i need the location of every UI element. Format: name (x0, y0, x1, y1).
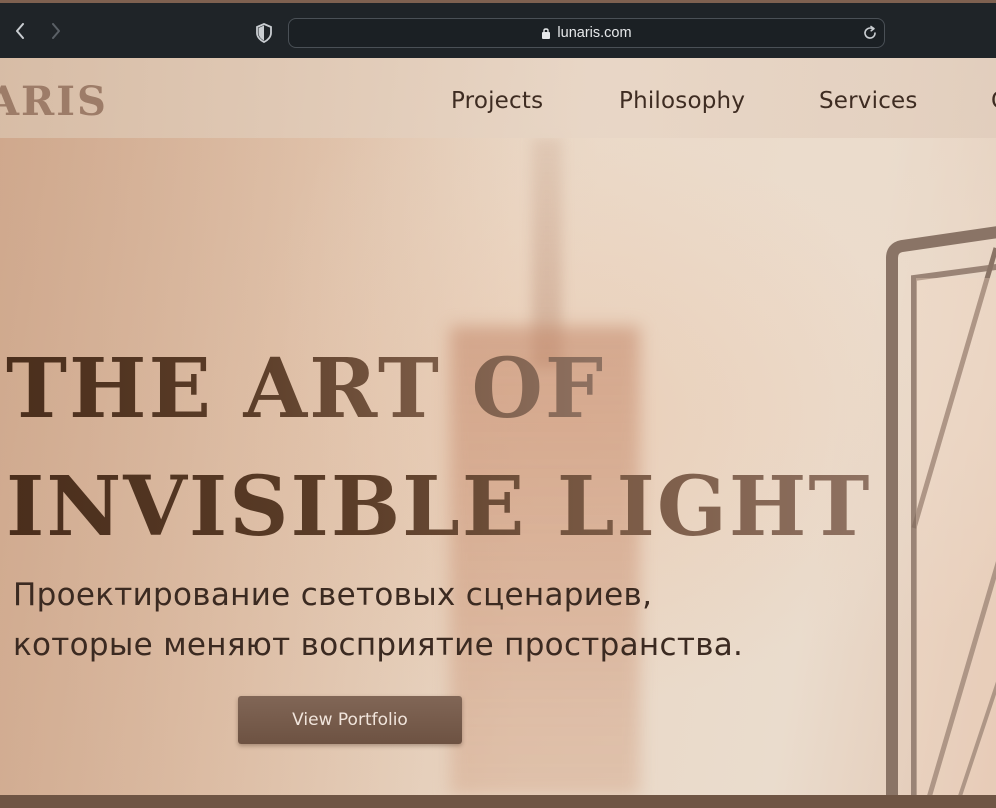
forward-button[interactable] (46, 19, 66, 43)
nav-services[interactable]: Services (819, 88, 918, 114)
privacy-shield-icon[interactable] (255, 23, 273, 43)
nav-projects[interactable]: Projects (451, 88, 543, 114)
url-text: lunaris.com (557, 25, 632, 41)
address-bar[interactable]: lunaris.com (288, 18, 885, 48)
back-button[interactable] (10, 19, 30, 43)
site-header: ARIS Projects Philosophy Services C (0, 58, 996, 138)
nav-contact-cutoff[interactable]: C (991, 88, 996, 114)
hero-subtitle-line-1: Проектирование световых сценариев, (13, 577, 653, 613)
page-viewport: ARIS Projects Philosophy Services C THE … (0, 58, 996, 795)
back-icon (16, 23, 24, 39)
forward-icon (52, 23, 60, 39)
brand-logo[interactable]: ARIS (0, 78, 108, 125)
hero-subtitle-line-2: которые меняют восприятие пространства. (13, 627, 744, 663)
window-bottom-edge (0, 795, 996, 808)
view-portfolio-button[interactable]: View Portfolio (238, 696, 462, 744)
nav-philosophy[interactable]: Philosophy (619, 88, 745, 114)
hero-heading-line-1: THE ART OF (6, 341, 606, 437)
hero-subtitle: Проектирование световых сценариев, котор… (13, 570, 773, 670)
reload-icon[interactable] (862, 25, 878, 41)
window-frame-image (886, 226, 996, 795)
lock-icon (542, 28, 551, 39)
browser-toolbar: lunaris.com (0, 0, 996, 58)
hero-heading-line-2: INVISIBLE LIGHT (6, 459, 872, 555)
